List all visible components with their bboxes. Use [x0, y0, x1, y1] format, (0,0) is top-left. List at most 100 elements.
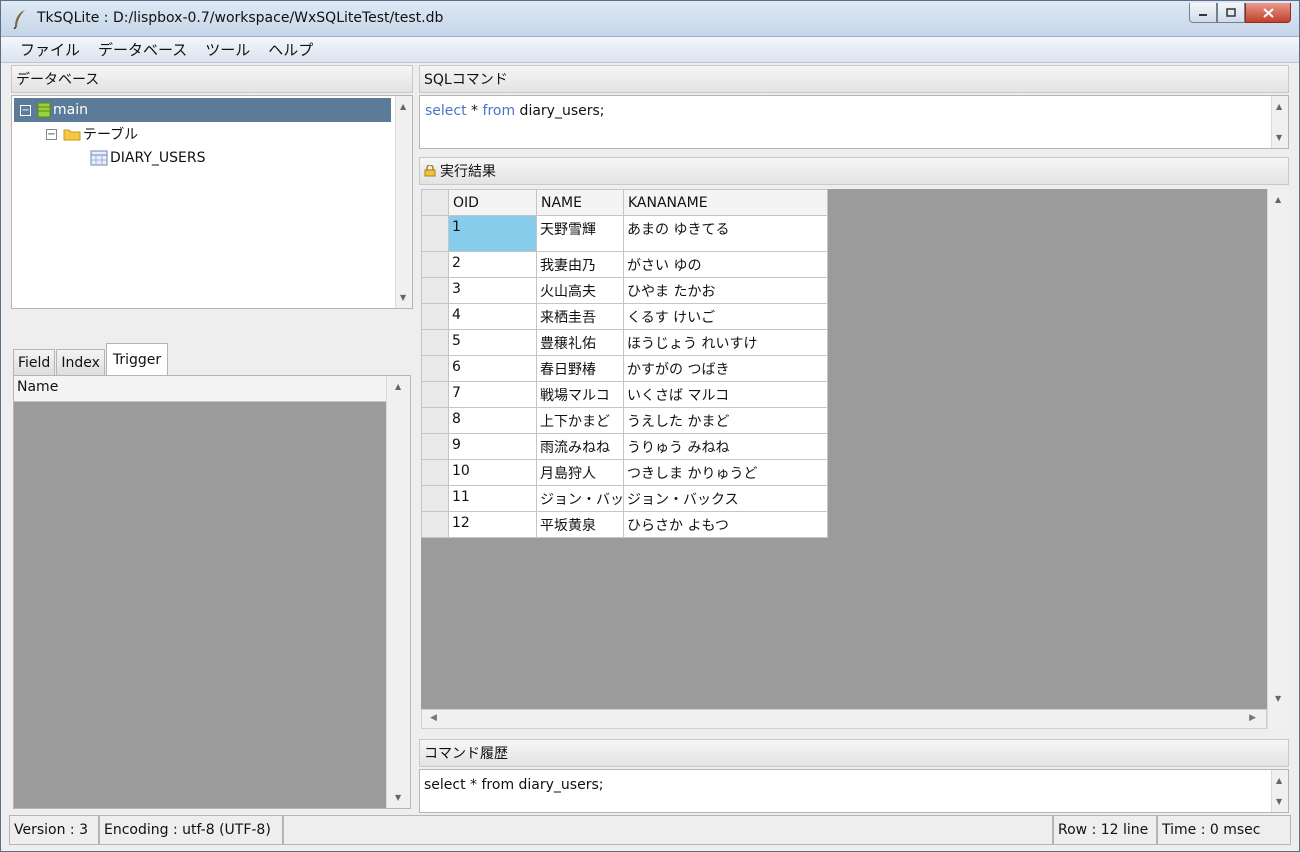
cell-name[interactable]: 火山高夫 [536, 277, 624, 304]
scroll-up-icon[interactable]: ▲ [1276, 776, 1282, 785]
result-grid[interactable]: OID NAME KANANAME 1 天野雪輝 あまの ゆきてる 2 我妻由乃 がさい … [421, 189, 1267, 709]
row-header[interactable] [421, 277, 449, 304]
table-row[interactable]: 9 雨流みねね うりゅう みねね [421, 433, 828, 460]
column-header-name[interactable]: Name [14, 376, 386, 402]
cell-name[interactable]: 月島狩人 [536, 459, 624, 486]
scroll-down-icon[interactable]: ▼ [395, 793, 401, 802]
table-row[interactable]: 3 火山高夫 ひやま たかお [421, 277, 828, 304]
row-header[interactable] [421, 251, 449, 278]
cell-oid[interactable]: 9 [448, 433, 537, 460]
row-header[interactable] [421, 329, 449, 356]
sql-editor[interactable]: select * from diary_users; ▲ ▼ [419, 95, 1289, 149]
cell-oid[interactable]: 2 [448, 251, 537, 278]
cell-kananame[interactable]: かすがの つばき [623, 355, 828, 382]
cell-oid[interactable]: 8 [448, 407, 537, 434]
scroll-up-icon[interactable]: ▲ [1275, 195, 1281, 204]
row-header[interactable] [421, 407, 449, 434]
cell-kananame[interactable]: うりゅう みねね [623, 433, 828, 460]
trigger-list[interactable]: Name ▲ ▼ [13, 375, 411, 809]
database-tree[interactable]: − main − テーブル DIARY_USERS ▲ ▼ [11, 95, 413, 309]
scroll-up-icon[interactable]: ▲ [1276, 102, 1282, 111]
menu-database[interactable]: データベース [89, 39, 196, 60]
close-button[interactable] [1245, 3, 1291, 23]
table-row[interactable]: 6 春日野椿 かすがの つばき [421, 355, 828, 382]
tree-scrollbar[interactable]: ▲ ▼ [395, 96, 412, 308]
cell-name[interactable]: 我妻由乃 [536, 251, 624, 278]
cell-oid[interactable]: 7 [448, 381, 537, 408]
grid-vertical-scrollbar[interactable]: ▲ ▼ [1267, 189, 1289, 729]
cell-kananame[interactable]: ひらさか よもつ [623, 511, 828, 538]
history-text-area[interactable]: select * from diary_users; ▲ ▼ [419, 769, 1289, 813]
cell-oid[interactable]: 1 [448, 215, 537, 252]
scroll-down-icon[interactable]: ▼ [1276, 797, 1282, 806]
table-row[interactable]: 7 戦場マルコ いくさば マルコ [421, 381, 828, 408]
scroll-right-icon[interactable]: ▶ [1249, 713, 1256, 723]
column-header-oid[interactable]: OID [448, 189, 537, 216]
history-scrollbar[interactable]: ▲ ▼ [1271, 770, 1288, 812]
row-header[interactable] [421, 459, 449, 486]
cell-name[interactable]: 上下かまど [536, 407, 624, 434]
cell-oid[interactable]: 3 [448, 277, 537, 304]
tab-field[interactable]: Field [13, 349, 56, 375]
row-header[interactable] [421, 381, 449, 408]
row-header[interactable] [421, 433, 449, 460]
table-row[interactable]: 8 上下かまど うえした かまど [421, 407, 828, 434]
maximize-button[interactable] [1217, 3, 1245, 23]
row-header[interactable] [421, 355, 449, 382]
collapse-icon[interactable]: − [46, 128, 57, 140]
cell-name[interactable]: 戦場マルコ [536, 381, 624, 408]
scroll-down-icon[interactable]: ▼ [1275, 694, 1281, 703]
cell-name[interactable]: 来栖圭吾 [536, 303, 624, 330]
cell-name[interactable]: 天野雪輝 [536, 215, 624, 252]
cell-kananame[interactable]: あまの ゆきてる [623, 215, 828, 252]
cell-name[interactable]: 春日野椿 [536, 355, 624, 382]
cell-kananame[interactable]: ほうじょう れいすけ [623, 329, 828, 356]
menu-help[interactable]: ヘルプ [259, 39, 322, 60]
cell-oid[interactable]: 5 [448, 329, 537, 356]
cell-kananame[interactable]: ジョン・バックス [623, 485, 828, 512]
cell-oid[interactable]: 11 [448, 485, 537, 512]
tree-item-diary-users[interactable]: DIARY_USERS [90, 146, 205, 170]
cell-oid[interactable]: 12 [448, 511, 537, 538]
collapse-icon[interactable]: − [20, 104, 31, 116]
minimize-button[interactable] [1189, 3, 1217, 23]
cell-name[interactable]: ジョン・バッ [536, 485, 624, 512]
tab-trigger[interactable]: Trigger [105, 343, 169, 375]
menu-file[interactable]: ファイル [11, 39, 89, 60]
menu-tools[interactable]: ツール [196, 39, 259, 60]
scroll-up-icon[interactable]: ▲ [400, 102, 406, 111]
table-row[interactable]: 11 ジョン・バッ ジョン・バックス [421, 485, 828, 512]
tree-item-main[interactable]: − main [14, 98, 391, 122]
cell-name[interactable]: 平坂黄泉 [536, 511, 624, 538]
corner-header[interactable] [421, 189, 449, 216]
tree-item-tables[interactable]: − テーブル [46, 122, 138, 146]
cell-kananame[interactable]: くるす けいご [623, 303, 828, 330]
grid-horizontal-scrollbar[interactable]: ◀ ▶ [421, 709, 1267, 729]
cell-name[interactable]: 雨流みねね [536, 433, 624, 460]
scroll-left-icon[interactable]: ◀ [430, 713, 437, 723]
cell-kananame[interactable]: うえした かまど [623, 407, 828, 434]
table-row[interactable]: 4 来栖圭吾 くるす けいご [421, 303, 828, 330]
cell-oid[interactable]: 6 [448, 355, 537, 382]
cell-kananame[interactable]: がさい ゆの [623, 251, 828, 278]
sql-scrollbar[interactable]: ▲ ▼ [1271, 96, 1288, 148]
row-header[interactable] [421, 215, 449, 252]
cell-name[interactable]: 豊穣礼佑 [536, 329, 624, 356]
table-row[interactable]: 10 月島狩人 つきしま かりゅうど [421, 459, 828, 486]
row-header[interactable] [421, 511, 449, 538]
row-header[interactable] [421, 303, 449, 330]
cell-kananame[interactable]: つきしま かりゅうど [623, 459, 828, 486]
table-row[interactable]: 5 豊穣礼佑 ほうじょう れいすけ [421, 329, 828, 356]
cell-oid[interactable]: 10 [448, 459, 537, 486]
column-header-name[interactable]: NAME [536, 189, 624, 216]
table-row[interactable]: 12 平坂黄泉 ひらさか よもつ [421, 511, 828, 538]
sql-text[interactable]: select * from diary_users; [425, 103, 605, 119]
trigger-scrollbar[interactable]: ▲ ▼ [386, 376, 410, 808]
cell-kananame[interactable]: いくさば マルコ [623, 381, 828, 408]
tab-index[interactable]: Index [56, 349, 105, 375]
cell-oid[interactable]: 4 [448, 303, 537, 330]
row-header[interactable] [421, 485, 449, 512]
scroll-down-icon[interactable]: ▼ [1276, 133, 1282, 142]
table-row[interactable]: 1 天野雪輝 あまの ゆきてる [421, 215, 828, 252]
table-row[interactable]: 2 我妻由乃 がさい ゆの [421, 251, 828, 278]
